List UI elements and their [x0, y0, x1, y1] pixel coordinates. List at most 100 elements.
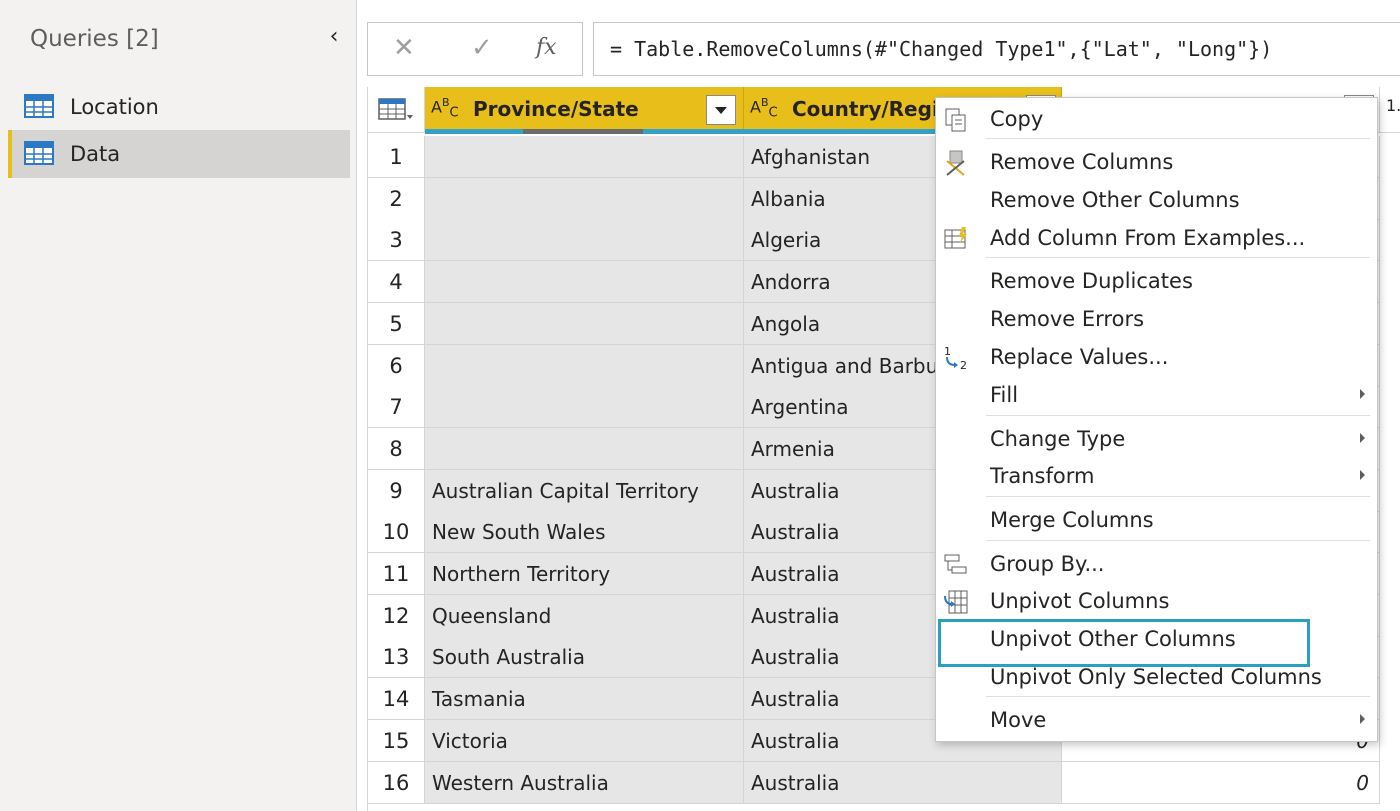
menu-item-transform[interactable]: Transform: [936, 458, 1377, 496]
cell-province-state[interactable]: New South Wales: [425, 511, 744, 554]
submenu-arrow-icon: [1360, 714, 1365, 724]
cell-province-state[interactable]: Queensland: [425, 594, 744, 637]
row-number[interactable]: 13: [368, 636, 425, 679]
row-number[interactable]: 14: [368, 678, 425, 721]
row-number[interactable]: 12: [368, 594, 425, 637]
menu-item-change-type[interactable]: Change Type: [936, 421, 1377, 459]
column-header-4[interactable]: 1.2: [1380, 87, 1400, 133]
cell-province-state[interactable]: [425, 136, 744, 178]
collapse-pane-icon[interactable]: ‹: [322, 24, 346, 54]
formula-input[interactable]: = Table.RemoveColumns(#"Changed Type1",{…: [593, 22, 1400, 76]
row-number[interactable]: 5: [368, 302, 425, 345]
table-icon: [24, 141, 54, 169]
checkmark-icon[interactable]: ✓: [471, 33, 493, 63]
menu-item-label: Fill: [990, 383, 1019, 407]
menu-item-label: Remove Errors: [990, 307, 1145, 331]
row-number[interactable]: 15: [368, 719, 425, 762]
column-header-province-state[interactable]: ABC Province/State: [425, 87, 744, 134]
query-item-location[interactable]: Location: [8, 83, 350, 131]
cell-province-state[interactable]: [425, 344, 744, 387]
menu-item-unpivot-only-selected-columns[interactable]: Unpivot Only Selected Columns: [936, 659, 1377, 697]
table-menu-button[interactable]: [368, 87, 425, 133]
unpivot-icon: [942, 588, 970, 616]
query-item-label: Location: [70, 95, 159, 119]
selection-indicator: [8, 130, 12, 178]
menu-item-move[interactable]: Move: [936, 702, 1377, 740]
menu-item-label: Change Type: [990, 427, 1126, 451]
remove-columns-icon: [942, 149, 970, 177]
cell-province-state[interactable]: Tasmania: [425, 678, 744, 721]
menu-item-label: Remove Columns: [990, 150, 1174, 174]
submenu-arrow-icon: [1360, 389, 1365, 399]
menu-item-label: Move: [990, 708, 1047, 732]
menu-item-label: Group By...: [990, 552, 1105, 576]
menu-item-label: Add Column From Examples...: [990, 226, 1306, 250]
text-type-icon[interactable]: ABC: [431, 96, 459, 121]
cell-province-state[interactable]: [425, 261, 744, 304]
menu-item-unpivot-columns[interactable]: Unpivot Columns: [936, 583, 1377, 621]
menu-item-remove-duplicates[interactable]: Remove Duplicates: [936, 263, 1377, 301]
menu-item-label: Remove Other Columns: [990, 188, 1240, 212]
fx-icon[interactable]: fx: [536, 35, 557, 60]
svg-text:1: 1: [944, 345, 951, 358]
menu-item-label: Replace Values...: [990, 345, 1169, 369]
group-by-icon: [942, 551, 970, 579]
cell-value[interactable]: 0: [1062, 761, 1380, 804]
row-number[interactable]: 7: [368, 386, 425, 429]
queries-pane-title: Queries [2]: [30, 26, 159, 52]
cell-province-state[interactable]: Australian Capital Territory: [425, 469, 744, 512]
cell-province-state[interactable]: [425, 386, 744, 429]
menu-separator: [986, 415, 1370, 416]
cell-province-state[interactable]: Western Australia: [425, 761, 744, 804]
row-number[interactable]: 4: [368, 261, 425, 304]
cell-province-state[interactable]: South Australia: [425, 636, 744, 679]
row-number[interactable]: 9: [368, 469, 425, 512]
row-number[interactable]: 8: [368, 427, 425, 470]
cell-country-region[interactable]: Australia: [744, 761, 1062, 804]
row-number[interactable]: 3: [368, 219, 425, 262]
table-menu-icon: [378, 98, 413, 120]
menu-item-label: Copy: [990, 107, 1044, 131]
svg-text:2: 2: [960, 359, 967, 372]
queries-pane: Queries [2] ‹ Location Data: [0, 0, 357, 811]
row-number[interactable]: 6: [368, 344, 425, 387]
menu-item-group-by[interactable]: Group By...: [936, 546, 1377, 584]
number-type-icon[interactable]: 1.2: [1386, 96, 1400, 115]
menu-item-fill[interactable]: Fill: [936, 377, 1377, 415]
submenu-arrow-icon: [1360, 433, 1365, 443]
menu-item-remove-columns[interactable]: Remove Columns: [936, 144, 1377, 182]
cell-province-state[interactable]: [425, 302, 744, 345]
menu-item-merge-columns[interactable]: Merge Columns: [936, 502, 1377, 540]
cell-province-state[interactable]: Victoria: [425, 719, 744, 762]
cell-province-state[interactable]: [425, 177, 744, 220]
menu-item-label: Unpivot Columns: [990, 589, 1170, 613]
table-icon: [24, 94, 54, 122]
column-title: Province/State: [473, 97, 639, 121]
menu-separator: [986, 540, 1370, 541]
query-item-data[interactable]: Data: [8, 130, 350, 178]
menu-item-label: Remove Duplicates: [990, 269, 1193, 293]
formula-buttons: ✕ ✓ fx: [367, 22, 583, 76]
row-number[interactable]: 16: [368, 761, 425, 804]
menu-item-remove-errors[interactable]: Remove Errors: [936, 301, 1377, 339]
cell-province-state[interactable]: Northern Territory: [425, 553, 744, 595]
cell-province-state[interactable]: [425, 427, 744, 470]
table-row[interactable]: 16 Western Australia Australia 0: [368, 761, 1400, 804]
menu-item-copy[interactable]: Copy: [936, 101, 1377, 139]
row-number[interactable]: 1: [368, 136, 425, 178]
submenu-arrow-icon: [1360, 470, 1365, 480]
cell-province-state[interactable]: [425, 219, 744, 262]
row-number[interactable]: 11: [368, 553, 425, 595]
column-filter-button[interactable]: [706, 95, 736, 125]
row-number[interactable]: 2: [368, 177, 425, 220]
column-from-examples-icon: [942, 225, 970, 253]
menu-item-label: Unpivot Only Selected Columns: [990, 665, 1322, 689]
query-item-label: Data: [70, 142, 121, 166]
row-number[interactable]: 10: [368, 511, 425, 554]
menu-item-add-column-from-examples[interactable]: Add Column From Examples...: [936, 220, 1377, 258]
menu-item-label: Merge Columns: [990, 508, 1154, 532]
menu-item-replace-values[interactable]: 1 2 Replace Values...: [936, 339, 1377, 377]
menu-item-remove-other-columns[interactable]: Remove Other Columns: [936, 182, 1377, 220]
text-type-icon[interactable]: ABC: [750, 96, 778, 121]
cancel-icon[interactable]: ✕: [393, 33, 415, 63]
